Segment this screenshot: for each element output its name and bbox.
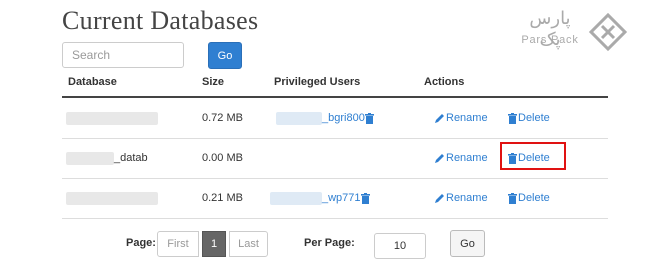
rename-link[interactable]: Rename [434,98,488,138]
per-page-label: Per Page: [304,237,355,249]
db-name: _datab [114,152,148,164]
redacted-text [66,151,114,165]
current-page-button[interactable]: 1 [202,231,226,257]
delete-highlight-box [500,142,566,170]
db-size: 0.72 MB [202,112,243,124]
db-size: 0.21 MB [202,192,243,204]
rename-link[interactable]: Rename [434,138,488,178]
search-input[interactable] [62,42,184,68]
pencil-icon [434,113,445,124]
db-size: 0.00 MB [202,152,243,164]
brand-name-en: Pars Pack [521,34,579,46]
trash-icon[interactable] [360,192,370,204]
rename-link[interactable]: Rename [434,178,488,218]
delete-link[interactable]: Delete [508,98,550,138]
redacted-text [270,191,322,205]
col-size: Size [202,76,225,88]
privileged-user[interactable]: _wp771 [270,178,371,218]
page-title: Current Databases [62,6,259,35]
pencil-icon [434,153,445,164]
table-header: Database Size Privileged Users Actions [62,70,608,98]
parspack-logo-icon [588,12,628,52]
rename-label: Rename [446,152,488,164]
col-database: Database [68,76,117,88]
first-page-button[interactable]: First [157,231,199,257]
rename-label: Rename [446,192,488,204]
trash-icon[interactable] [364,112,374,124]
db-name-cell [66,98,158,138]
per-page-input[interactable] [374,233,426,259]
search-go-button[interactable]: Go [208,42,242,69]
trash-icon [508,112,517,124]
redacted-text [276,111,322,125]
redacted-text [66,191,158,205]
pencil-icon [434,193,445,204]
delete-label: Delete [518,192,550,204]
per-page-go-button[interactable]: Go [450,230,485,257]
trash-icon [508,192,517,204]
col-privileged-users: Privileged Users [274,76,361,88]
user-name[interactable]: _bgri800 [322,112,365,124]
privileged-user[interactable]: _bgri800 [276,98,375,138]
table-row: 0.21 MB _wp771 Rename Delete [62,178,608,219]
rename-label: Rename [446,112,488,124]
db-name-cell [66,178,158,218]
page-label: Page: [126,237,156,249]
user-name[interactable]: _wp771 [322,192,361,204]
db-name-cell: _datab [66,138,148,178]
last-page-button[interactable]: Last [229,231,268,257]
redacted-text [66,111,158,125]
col-actions: Actions [424,76,465,88]
delete-label: Delete [518,112,550,124]
delete-link[interactable]: Delete [508,178,550,218]
table-row: 0.72 MB _bgri800 Rename Delete [62,98,608,139]
